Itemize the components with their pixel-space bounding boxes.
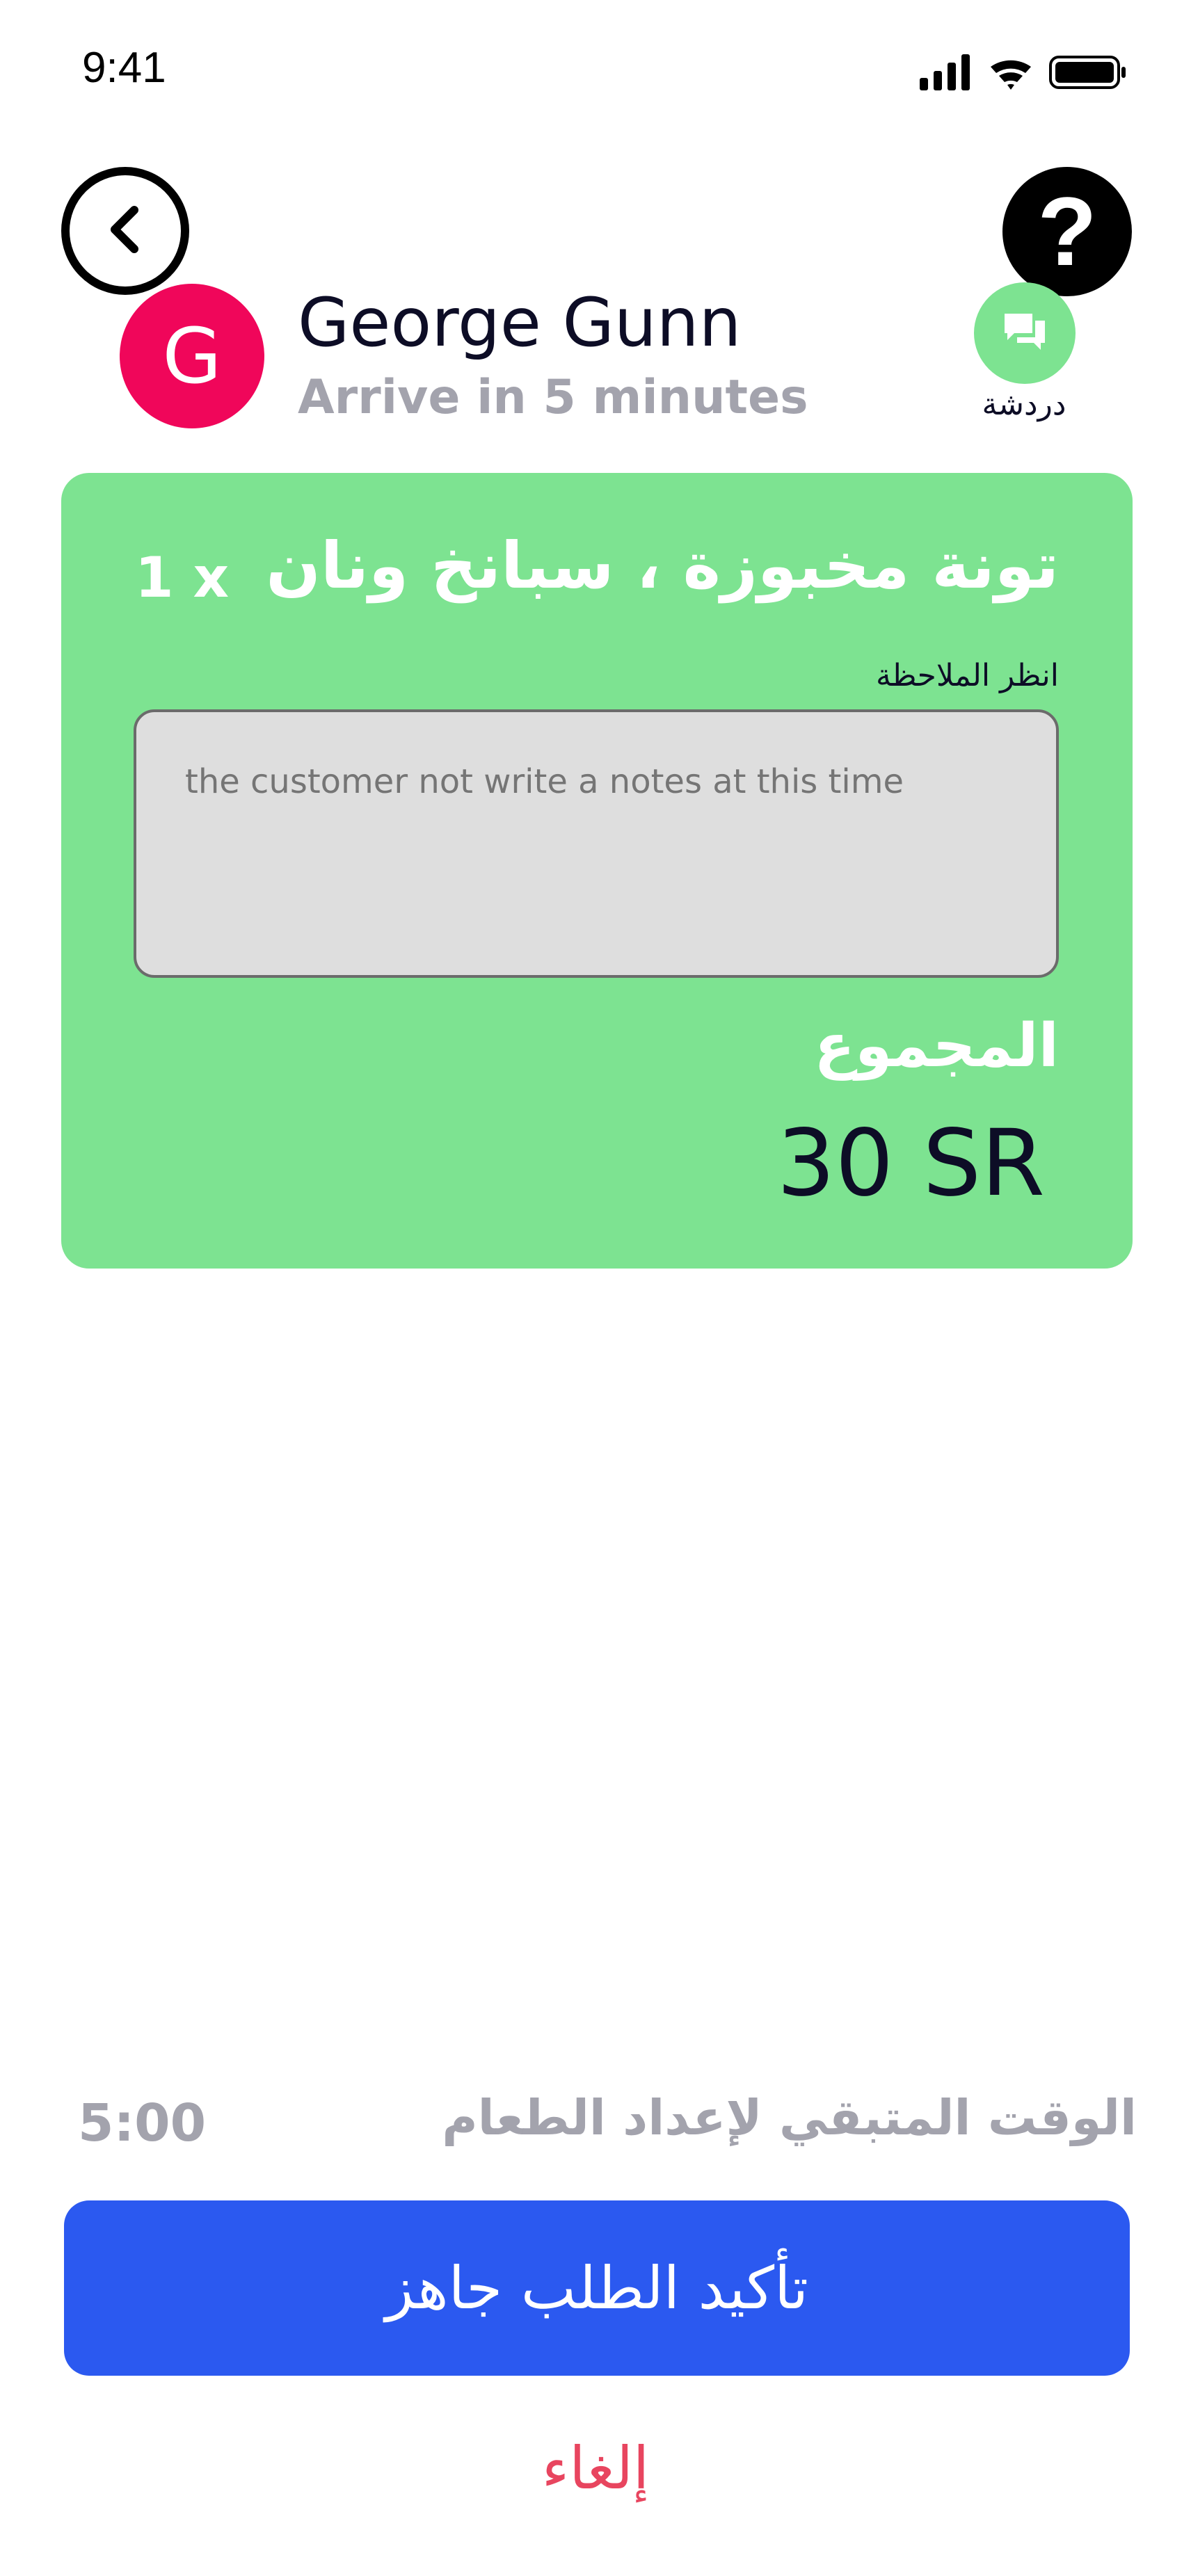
chat-bubbles-icon [1002, 311, 1048, 355]
chat-button[interactable] [974, 282, 1076, 384]
cellular-signal-icon [920, 54, 970, 90]
status-bar-time: 9:41 [82, 44, 166, 92]
customer-name: George Gunn [298, 284, 742, 362]
avatar: G [120, 284, 264, 428]
total-value: 30 SR [776, 1110, 1045, 1217]
order-item-quantity: 1 x [135, 545, 230, 610]
chevron-left-icon [101, 202, 150, 260]
confirm-order-ready-label: تأكيد الطلب جاهز [385, 2254, 809, 2322]
help-button[interactable]: ? [1002, 167, 1132, 296]
arrival-status: Arrive in 5 minutes [298, 370, 808, 425]
customer-note-field[interactable] [134, 709, 1059, 978]
status-bar-icons [920, 50, 1128, 92]
cancel-button[interactable]: إلغاء [456, 2434, 735, 2502]
avatar-initial: G [162, 312, 222, 401]
prep-time-value: 5:00 [78, 2093, 207, 2153]
battery-icon [1049, 56, 1126, 89]
prep-time-label: الوقت المتبقي لإعداد الطعام [442, 2089, 1137, 2146]
confirm-order-ready-button[interactable]: تأكيد الطلب جاهز [64, 2200, 1130, 2376]
back-button[interactable] [61, 167, 189, 295]
total-label: المجموع [814, 1011, 1059, 1081]
order-item-name: تونة مخبوزة ، سبانخ ونان [266, 529, 1059, 603]
question-mark-icon: ? [1037, 177, 1097, 286]
note-label: انظر الملاحظة [875, 658, 1059, 693]
chat-label[interactable]: دردشة [943, 387, 1105, 422]
wifi-icon [991, 60, 1031, 90]
